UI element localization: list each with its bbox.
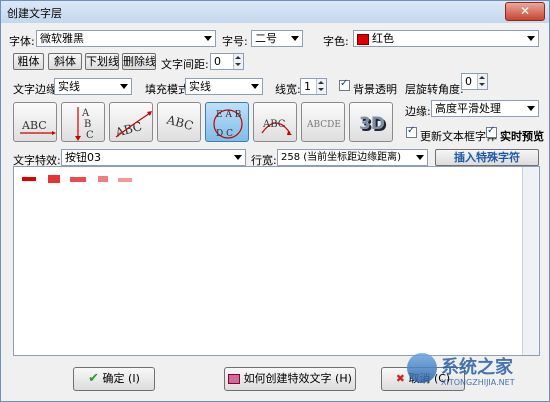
watermark-sub: XITONGZHIJIA.NET: [441, 378, 515, 387]
dialog-window: 创建文字层 ✕ 字体: 微软雅黑 字号: 二号 字色: 红色 粗体 斜体 下划线…: [0, 0, 550, 402]
color-select[interactable]: 红色: [353, 30, 539, 47]
logo-icon: [407, 353, 437, 383]
font-select[interactable]: 微软雅黑: [36, 30, 216, 47]
fill-value: 实线: [189, 80, 211, 93]
effect-3d-button[interactable]: 3D 3D: [349, 102, 393, 142]
edge-label: 边缘:: [405, 105, 431, 118]
effect-arc-down-button[interactable]: ABC: [157, 102, 201, 142]
bold-button[interactable]: 粗体: [13, 53, 44, 70]
width-label: 线宽:: [275, 83, 301, 96]
width-value: 1: [304, 80, 311, 93]
chevron-down-icon: [416, 155, 424, 160]
chevron-down-icon: [204, 36, 212, 41]
chevron-down-icon: [291, 36, 299, 41]
chevron-down-icon: [120, 84, 128, 89]
eraser-icon: [228, 374, 241, 384]
circle-text-icon: E A B D C: [213, 109, 243, 139]
special-value: 按钮03: [65, 151, 101, 164]
checkmark-icon: ✔: [88, 371, 100, 386]
svg-text:ABC: ABC: [262, 119, 286, 130]
svg-text:C: C: [86, 130, 94, 141]
size-value: 二号: [255, 32, 277, 45]
size-label: 字号:: [222, 35, 248, 48]
effect-wave-button[interactable]: ABCDE: [301, 102, 345, 142]
spin-arrows-icon[interactable]: [477, 74, 487, 89]
text-input-area[interactable]: [13, 166, 540, 356]
arc-down-text-icon: ABC: [164, 112, 195, 133]
svg-text:ABCDE: ABCDE: [306, 120, 341, 130]
svg-text:3D: 3D: [359, 114, 385, 134]
spacing-stepper[interactable]: 0: [210, 53, 244, 70]
size-select[interactable]: 二号: [251, 30, 303, 47]
edge-value: 高度平滑处理: [435, 102, 501, 115]
insert-special-char-button[interactable]: 插入特殊字符: [435, 149, 539, 166]
effect-vertical-button[interactable]: A B C: [61, 102, 105, 142]
wave-text-icon: ABCDE: [306, 120, 341, 130]
italic-button[interactable]: 斜体: [48, 53, 82, 70]
rotation-stepper[interactable]: 0: [461, 73, 488, 90]
width-stepper[interactable]: 1: [300, 78, 327, 95]
cancel-icon: ✖: [395, 372, 405, 385]
rotation-value: 0: [465, 75, 472, 88]
svg-text:B: B: [84, 119, 91, 130]
fill-select[interactable]: 实线: [185, 78, 263, 95]
svg-text:A: A: [81, 108, 90, 119]
vertical-text-icon: A B C: [75, 107, 94, 141]
font-value: 微软雅黑: [40, 32, 84, 45]
effect-arc-up-button[interactable]: ABC: [109, 102, 153, 142]
arc-text-icon: ABC: [261, 119, 292, 135]
line-width-select[interactable]: 258 (当前坐标距边缘距离): [277, 149, 428, 166]
border-value: 实线: [58, 80, 80, 93]
svg-text:ABC: ABC: [113, 119, 144, 140]
title-bar: 创建文字层 ✕: [1, 1, 549, 23]
close-button[interactable]: ✕: [505, 2, 545, 21]
chevron-down-icon: [234, 155, 242, 160]
preview-text-fragment: [22, 173, 142, 187]
ok-button-label: 确定 (I): [102, 372, 140, 385]
update-frame-checkbox[interactable]: [406, 125, 417, 138]
line-width-value: 258 (当前坐标距边缘距离): [281, 152, 402, 163]
window-title: 创建文字层: [7, 7, 62, 20]
arc-up-text-icon: ABC: [113, 111, 152, 140]
effect-flat-button[interactable]: ABC: [13, 102, 57, 142]
spin-arrows-icon[interactable]: [233, 54, 243, 69]
watermark-main: 系统之家: [441, 357, 513, 378]
font-label: 字体:: [9, 35, 35, 48]
3d-text-icon: 3D 3D: [359, 114, 387, 136]
svg-text:ABC: ABC: [21, 119, 47, 132]
effect-arc-button[interactable]: ABC: [253, 102, 297, 142]
chevron-down-icon: [527, 106, 535, 111]
color-value: 红色: [372, 32, 394, 45]
bg-transparent-label: 背景透明: [353, 83, 397, 96]
spacing-value: 0: [214, 55, 221, 68]
svg-text:ABC: ABC: [164, 112, 195, 133]
live-preview-label: 实时预览: [500, 130, 544, 143]
strikethrough-button[interactable]: 删除线: [122, 53, 156, 70]
flat-text-icon: ABC: [20, 119, 56, 135]
help-button-label: 如何创建特效文字 (H): [243, 372, 352, 385]
chevron-down-icon: [527, 36, 535, 41]
color-swatch: [357, 34, 369, 45]
watermark-logo: 系统之家 XITONGZHIJIA.NET: [405, 345, 547, 399]
special-select[interactable]: 按钮03: [61, 149, 246, 166]
text-scrollbar[interactable]: [522, 167, 539, 355]
live-preview-checkbox[interactable]: [486, 125, 497, 138]
svg-text:E A B: E A B: [216, 110, 242, 120]
bg-transparent-checkbox[interactable]: [339, 78, 350, 91]
svg-text:D C: D C: [216, 129, 233, 139]
color-label: 字色:: [323, 35, 349, 48]
spin-arrows-icon[interactable]: [316, 79, 326, 94]
border-select[interactable]: 实线: [54, 78, 132, 95]
spacing-label: 文字间距:: [161, 58, 209, 71]
underline-button[interactable]: 下划线: [85, 53, 119, 70]
edge-select[interactable]: 高度平滑处理: [431, 100, 539, 117]
help-button[interactable]: 如何创建特效文字 (H): [224, 367, 356, 391]
rotation-label: 层旋转角度:: [405, 83, 464, 96]
effect-circle-button[interactable]: E A B D C: [205, 102, 249, 142]
chevron-down-icon: [251, 84, 259, 89]
ok-button[interactable]: ✔ 确定 (I): [73, 367, 155, 391]
